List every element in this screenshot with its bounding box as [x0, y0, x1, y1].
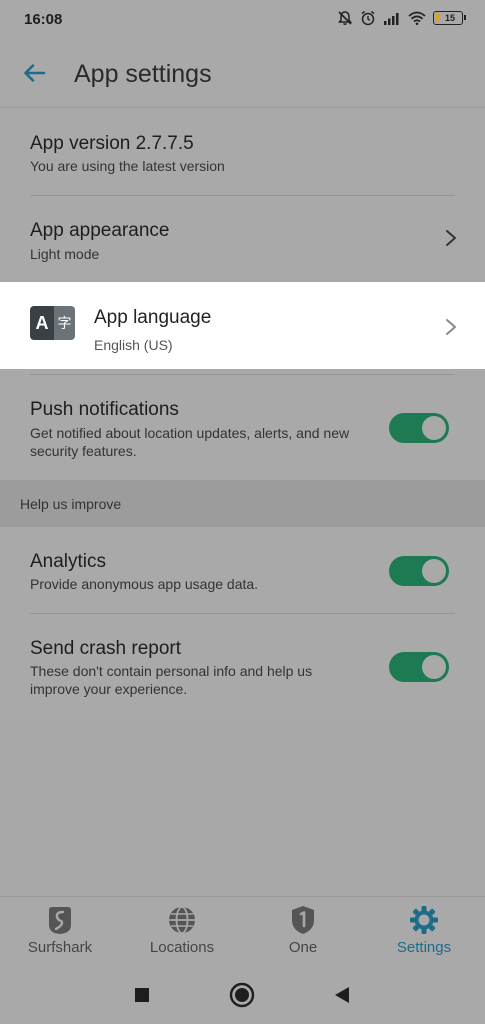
push-notifications-subtitle: Get notified about location updates, ale… — [30, 425, 350, 459]
page-title: App settings — [74, 60, 212, 88]
nav-item-one[interactable]: One — [248, 905, 358, 956]
nav-label-surfshark: Surfshark — [27, 939, 93, 956]
battery-level: 15 — [444, 13, 455, 23]
app-language-subtitle: English (US) — [94, 337, 173, 353]
status-icons: 15 — [337, 10, 466, 26]
app-language-row[interactable]: A 字 App language English (US) — [0, 282, 485, 369]
help-improve-section: Analytics Provide anonymous app usage da… — [0, 527, 485, 719]
translate-icon-latin: A — [30, 306, 54, 340]
app-appearance-row[interactable]: App appearance Light mode — [0, 196, 485, 282]
app-appearance-title: App appearance — [30, 220, 170, 241]
analytics-subtitle: Provide anonymous app usage data. — [30, 576, 259, 592]
section-header-help: Help us improve — [0, 480, 485, 527]
bell-off-icon — [338, 11, 352, 25]
analytics-title: Analytics — [30, 551, 107, 572]
recents-square-icon[interactable] — [134, 987, 150, 1003]
nav-label-settings: Settings — [396, 939, 452, 956]
nav-item-settings[interactable]: Settings — [369, 905, 479, 956]
nav-item-locations[interactable]: Locations — [127, 905, 237, 956]
section-header-label: Help us improve — [20, 496, 122, 512]
status-bar: 16:08 15 — [0, 0, 485, 38]
crash-report-toggle[interactable] — [389, 652, 449, 682]
divider — [30, 613, 455, 614]
signal-icon — [384, 13, 399, 25]
system-nav-bar — [0, 966, 485, 1024]
translate-icon-cjk: 字 — [54, 306, 75, 340]
translate-icon: A 字 — [30, 306, 75, 340]
push-notifications-title: Push notifications — [30, 399, 179, 420]
wifi-icon — [408, 11, 426, 25]
status-time: 16:08 — [24, 11, 63, 28]
push-notifications-toggle[interactable] — [389, 413, 449, 443]
divider — [30, 374, 455, 375]
surfshark-logo-icon — [49, 907, 71, 934]
nav-label-locations: Locations — [149, 939, 215, 956]
one-shield-icon — [292, 906, 314, 934]
bottom-nav: Surfshark Locations One Settings — [0, 896, 485, 966]
back-triangle-icon[interactable] — [333, 985, 351, 1005]
gear-icon — [410, 906, 438, 934]
analytics-toggle[interactable] — [389, 556, 449, 586]
alarm-icon — [361, 10, 375, 26]
app-version-subtitle: You are using the latest version — [30, 158, 225, 174]
app-language-title: App language — [94, 307, 212, 328]
app-appearance-subtitle: Light mode — [30, 246, 100, 262]
globe-icon — [169, 906, 195, 934]
nav-item-surfshark[interactable]: Surfshark — [5, 905, 115, 956]
crash-report-title: Send crash report — [30, 638, 182, 659]
arrow-left-icon[interactable] — [20, 58, 50, 88]
crash-report-subtitle: These don't contain personal info and he… — [30, 663, 313, 697]
general-settings-section: App version 2.7.7.5 You are using the la… — [0, 109, 485, 282]
push-notifications-row: Push notifications Get notified about lo… — [0, 369, 485, 480]
home-circle-icon[interactable] — [229, 982, 255, 1008]
chevron-right-icon — [446, 319, 456, 335]
battery-icon: 15 — [433, 11, 466, 25]
app-bar: App settings — [0, 38, 485, 108]
app-version-title: App version 2.7.7.5 — [30, 133, 194, 154]
nav-label-one: One — [288, 939, 318, 956]
chevron-right-icon — [446, 230, 456, 246]
